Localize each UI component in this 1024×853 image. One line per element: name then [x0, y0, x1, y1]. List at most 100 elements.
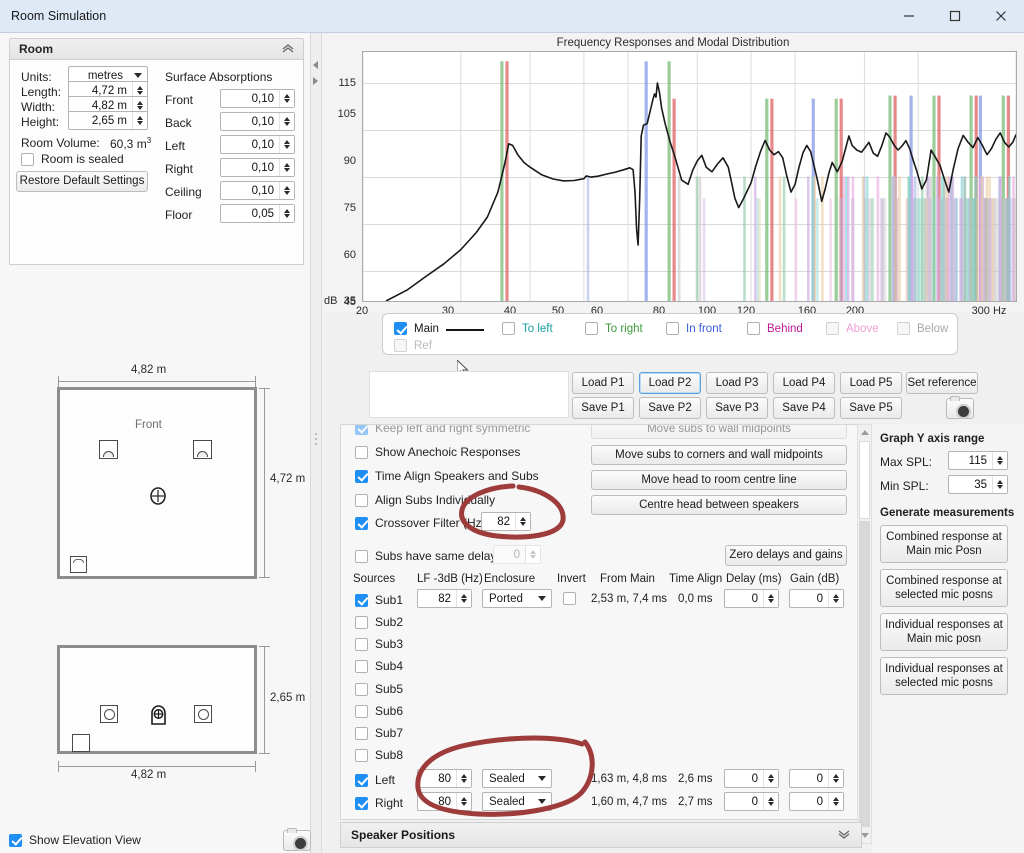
settings-scrollbar[interactable] — [857, 424, 872, 844]
crossover-filter-stepper[interactable] — [515, 513, 530, 530]
expand-right-icon[interactable] — [313, 77, 318, 85]
save-p1-button[interactable]: Save P1 — [572, 397, 634, 419]
plan-view-diagram[interactable]: Front 4,82 m 4,72 m — [0, 358, 311, 618]
gain-stepper-right[interactable] — [828, 793, 843, 810]
maximize-button[interactable] — [932, 0, 978, 33]
absorption-stepper-floor[interactable] — [279, 205, 294, 222]
individual-responses-selected-mics-button[interactable]: Individual responses at selected mic pos… — [880, 657, 1008, 695]
scroll-down-icon[interactable] — [861, 833, 869, 838]
load-p3-button[interactable]: Load P3 — [706, 372, 768, 394]
legend-item-ref[interactable]: Ref — [394, 339, 432, 352]
enclosure-select-left[interactable]: Sealed — [482, 769, 552, 788]
absorption-stepper-front[interactable] — [279, 90, 294, 107]
legend-item-to-right[interactable]: To right — [585, 322, 643, 335]
absorption-input-back[interactable]: 0,10 — [220, 112, 295, 131]
load-p1-button[interactable]: Load P1 — [572, 372, 634, 394]
collapse-left-icon[interactable] — [313, 61, 318, 69]
source-checkbox-sub5[interactable]: Sub5 — [355, 682, 403, 696]
gain-input-right[interactable]: 0 — [789, 792, 844, 811]
centre-head-between-speakers-button[interactable]: Centre head between speakers — [591, 495, 847, 515]
combined-response-main-mic-button[interactable]: Combined response at Main mic Posn — [880, 525, 1008, 563]
elevation-speaker-right[interactable] — [194, 705, 212, 723]
move-subs-wall-midpoints-button[interactable]: Move subs to wall midpoints — [591, 425, 847, 439]
source-checkbox-sub6[interactable]: Sub6 — [355, 704, 403, 718]
show-elevation-view-checkbox[interactable]: Show Elevation View — [9, 833, 141, 847]
room-is-sealed-checkbox[interactable]: Room is sealed — [21, 152, 124, 166]
source-checkbox-left[interactable]: Left — [355, 773, 395, 787]
delay-stepper-left[interactable] — [763, 770, 778, 787]
panel-splitter[interactable] — [311, 33, 322, 853]
height-input[interactable]: 2,65 m — [68, 111, 148, 130]
gain-stepper-left[interactable] — [828, 770, 843, 787]
load-p4-button[interactable]: Load P4 — [773, 372, 835, 394]
chevron-up-icon[interactable] — [281, 42, 295, 56]
elevation-view-diagram[interactable]: 2,65 m 4,82 m — [0, 638, 311, 818]
delay-input-sub1[interactable]: 0 — [724, 589, 779, 608]
gain-input-sub1[interactable]: 0 — [789, 589, 844, 608]
delay-stepper-sub1[interactable] — [763, 590, 778, 607]
speaker-positions-section[interactable]: Speaker Positions — [340, 822, 862, 848]
elevation-head-icon[interactable] — [149, 703, 168, 725]
chart-plot-area[interactable] — [362, 51, 1017, 302]
absorption-input-front[interactable]: 0,10 — [220, 89, 295, 108]
legend-item-in-front[interactable]: In front — [666, 322, 722, 335]
source-checkbox-sub8[interactable]: Sub8 — [355, 748, 403, 762]
source-checkbox-right[interactable]: Right — [355, 796, 403, 810]
source-checkbox-sub7[interactable]: Sub7 — [355, 726, 403, 740]
camera-icon[interactable] — [946, 396, 974, 419]
source-checkbox-sub3[interactable]: Sub3 — [355, 637, 403, 651]
lf-input-right[interactable]: 80 — [417, 792, 472, 811]
lf-input-sub1[interactable]: 82 — [417, 589, 472, 608]
scrollbar-track[interactable] — [859, 521, 870, 827]
align-subs-individually-checkbox[interactable]: Align Subs Individually — [355, 493, 495, 507]
max-spl-stepper[interactable] — [992, 452, 1007, 469]
absorption-input-right[interactable]: 0,10 — [220, 158, 295, 177]
legend-item-above[interactable]: Above — [826, 322, 879, 335]
legend-item-below[interactable]: Below — [897, 322, 948, 335]
lf-stepper-right[interactable] — [456, 793, 471, 810]
lf-input-left[interactable]: 80 — [417, 769, 472, 788]
chevron-down-icon[interactable] — [837, 828, 851, 842]
individual-responses-main-mic-button[interactable]: Individual responses at Main mic posn — [880, 613, 1008, 651]
absorption-input-ceiling[interactable]: 0,10 — [220, 181, 295, 200]
set-reference-button[interactable]: Set reference — [906, 372, 978, 394]
show-anechoic-checkbox[interactable]: Show Anechoic Responses — [355, 445, 520, 459]
max-spl-input[interactable]: 115 — [948, 451, 1008, 470]
combined-response-selected-mics-button[interactable]: Combined response at selected mic posns — [880, 569, 1008, 607]
delay-stepper-right[interactable] — [763, 793, 778, 810]
absorption-stepper-left[interactable] — [279, 136, 294, 153]
lf-stepper-left[interactable] — [456, 770, 471, 787]
subs-same-delay-checkbox[interactable]: Subs have same delay — [355, 549, 496, 563]
crossover-filter-checkbox[interactable]: Crossover Filter (Hz) — [355, 516, 486, 530]
height-stepper[interactable] — [132, 112, 147, 129]
plan-speaker-left[interactable] — [99, 440, 118, 459]
gain-input-left[interactable]: 0 — [789, 769, 844, 788]
source-checkbox-sub1[interactable]: Sub1 — [355, 593, 403, 607]
plan-speaker-right[interactable] — [193, 440, 212, 459]
absorption-stepper-ceiling[interactable] — [279, 182, 294, 199]
delay-input-left[interactable]: 0 — [724, 769, 779, 788]
min-spl-input[interactable]: 35 — [948, 475, 1008, 494]
delay-input-right[interactable]: 0 — [724, 792, 779, 811]
source-checkbox-sub2[interactable]: Sub2 — [355, 615, 403, 629]
source-checkbox-sub4[interactable]: Sub4 — [355, 659, 403, 673]
legend-item-to-left[interactable]: To left — [502, 322, 553, 335]
enclosure-select-sub1[interactable]: Ported — [482, 589, 552, 608]
enclosure-select-right[interactable]: Sealed — [482, 792, 552, 811]
camera-icon[interactable] — [283, 828, 311, 851]
legend-item-behind[interactable]: Behind — [747, 322, 803, 335]
invert-checkbox-sub1[interactable] — [563, 592, 576, 605]
save-p2-button[interactable]: Save P2 — [639, 397, 701, 419]
crossover-filter-input[interactable]: 82 — [481, 512, 531, 531]
time-align-checkbox[interactable]: Time Align Speakers and Subs — [355, 469, 539, 483]
save-p4-button[interactable]: Save P4 — [773, 397, 835, 419]
scrollbar-thumb[interactable] — [859, 441, 870, 519]
absorption-input-left[interactable]: 0,10 — [220, 135, 295, 154]
save-p5-button[interactable]: Save P5 — [840, 397, 902, 419]
elevation-speaker-left[interactable] — [100, 705, 118, 723]
gain-stepper-sub1[interactable] — [828, 590, 843, 607]
restore-default-settings-button[interactable]: Restore Default Settings — [16, 171, 148, 192]
close-button[interactable] — [978, 0, 1024, 33]
elevation-sub1[interactable] — [72, 734, 90, 752]
min-spl-stepper[interactable] — [992, 476, 1007, 493]
